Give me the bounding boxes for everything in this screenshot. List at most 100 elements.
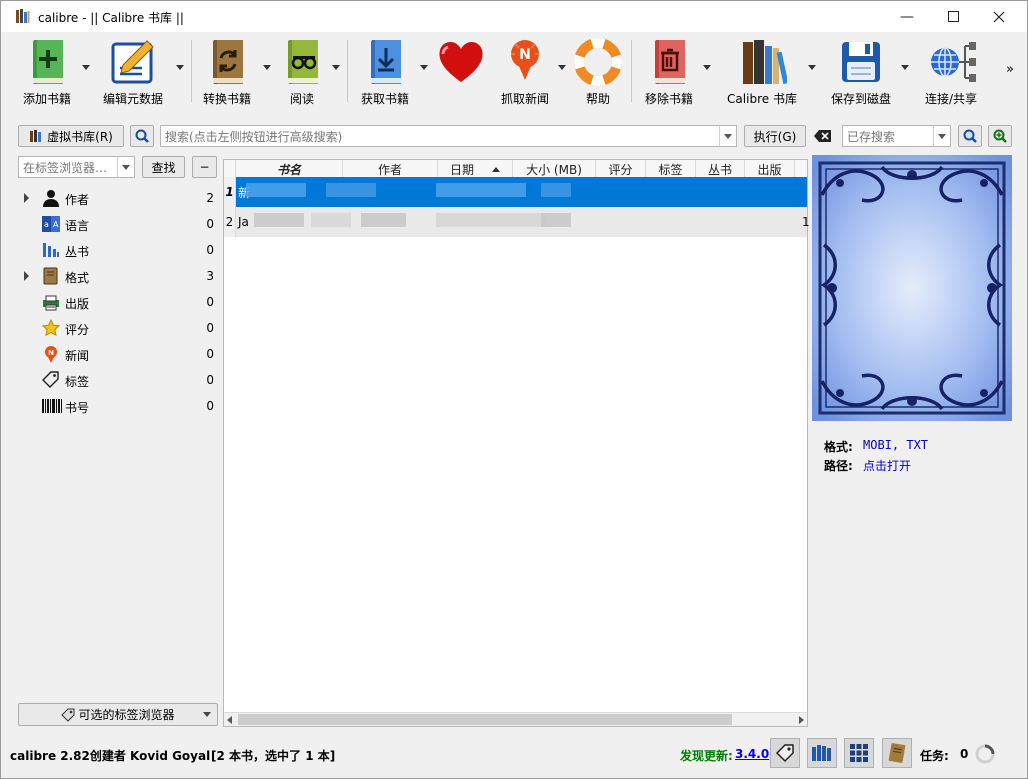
donate-button[interactable] [434,32,488,109]
format-value[interactable]: MOBI, TXT [863,438,928,452]
redacted-cell [361,213,406,227]
sort-ascending-icon [492,166,500,172]
add-books-dropdown[interactable] [82,65,90,70]
column-header-date[interactable]: 日期 [438,160,513,178]
execute-search-button[interactable]: 执行(G) [744,125,806,147]
horizontal-scrollbar[interactable] [224,712,807,726]
fetch-news-dropdown[interactable] [558,65,566,70]
search-saved-button[interactable] [958,125,982,147]
tag-category-row[interactable]: 出版 0 [9,289,220,315]
toolbar-separator [191,40,192,102]
search-history-dropdown[interactable] [719,126,736,146]
saved-search-input[interactable]: 已存搜索 [842,125,951,147]
saved-search-dropdown[interactable] [933,126,950,146]
barcode-icon [42,397,62,415]
tag-category-row[interactable]: 评分 0 [9,315,220,341]
edit-metadata-dropdown[interactable] [176,65,184,70]
row-number: 2 [224,207,236,237]
minimize-button[interactable]: — [884,1,930,32]
calibre-window: calibre - || Calibre 书库 || — 添加书籍 编辑元数据 … [0,0,1028,779]
virtual-library-button[interactable]: 虚拟书库(R) [18,125,124,147]
alternate-tag-browser-button[interactable]: 可选的标签浏览器 [18,703,218,726]
tag-category-row[interactable]: 格式 3 [9,263,220,289]
floppy-disk-icon [842,42,880,82]
book-list-header: 书名 作者 日期 大小 (MB) 评分 标签 丛书 出版 [224,160,807,178]
table-row[interactable]: Ja 1 [236,207,810,237]
book-cover-image[interactable] [812,155,1012,421]
get-books-dropdown[interactable] [420,65,428,70]
chevron-down-icon [203,712,211,717]
column-header-author[interactable]: 作者 [343,160,438,178]
tag-browser-find-input[interactable]: 在标签浏览器… [18,156,135,178]
fetch-news-button[interactable]: N 抓取新闻 [495,32,555,109]
tag-icon [61,708,75,722]
cover-grid-button[interactable] [807,738,837,768]
update-version-link[interactable]: 3.4.0 [735,747,769,761]
grid-view-button[interactable] [844,738,874,768]
tag-category-label: 出版 [65,297,90,311]
tag-category-row[interactable]: 标签 0 [9,367,220,393]
column-header-tags[interactable]: 标签 [646,160,696,178]
scrollbar-thumb[interactable] [238,714,732,725]
edit-metadata-button[interactable]: 编辑元数据 [98,32,168,109]
scroll-right-icon[interactable] [799,716,804,724]
remove-books-dropdown[interactable] [703,65,711,70]
table-row-selected[interactable]: 新 [236,177,807,207]
expand-arrow-icon[interactable] [24,193,29,203]
tag-category-row[interactable]: a A 语言 0 [9,211,220,237]
read-button[interactable]: 阅读 [276,32,328,109]
redacted-cell [541,183,571,197]
tag-find-button[interactable]: 查找 [142,156,185,178]
expand-arrow-icon[interactable] [24,271,29,281]
tag-edit-button[interactable] [770,738,800,768]
calibre-library-button[interactable]: Calibre 书库 [721,32,803,109]
column-header-rating[interactable]: 评分 [596,160,646,178]
maximize-button[interactable] [930,1,976,32]
save-search-button[interactable] [988,125,1012,147]
zoom-add-icon [993,129,1007,143]
tag-category-count: 2 [206,191,214,205]
close-icon [993,11,1005,22]
calibre-library-dropdown[interactable] [808,65,816,70]
tag-category-row[interactable]: 丛书 0 [9,237,220,263]
book-details-button[interactable] [882,738,912,768]
network-share-icon [931,42,976,82]
close-button[interactable] [976,1,1022,32]
get-books-icon [371,40,401,84]
add-books-button[interactable]: 添加书籍 [15,32,79,109]
tag-collapse-button[interactable]: − [192,156,217,178]
get-books-button[interactable]: 获取书籍 [355,32,415,109]
column-header-publisher[interactable]: 出版 [745,160,795,178]
advanced-search-button[interactable] [130,125,154,147]
scroll-left-icon[interactable] [227,716,232,724]
search-input[interactable]: 搜索(点击左侧按钮进行高级搜索) [160,125,737,147]
column-header-title[interactable]: 书名 [236,160,343,178]
spinner-icon [975,744,995,764]
tag-category-count: 0 [206,243,214,257]
tag-category-row[interactable]: N 新闻 0 [9,341,220,367]
tag-category-row[interactable]: 书号 0 [9,393,220,419]
tag-icon [42,371,60,389]
tasks-count[interactable]: 0 [960,747,968,761]
save-to-disk-dropdown[interactable] [901,65,909,70]
redacted-cell [541,213,571,227]
toolbar-separator [631,40,632,102]
read-dropdown[interactable] [332,65,340,70]
clear-search-button[interactable] [813,127,833,145]
help-button[interactable]: 帮助 [572,32,624,109]
convert-books-button[interactable]: 转换书籍 [197,32,257,109]
read-book-icon [288,40,318,84]
maximize-icon [947,11,959,22]
path-link[interactable]: 点击打开 [863,457,911,474]
convert-books-dropdown[interactable] [263,65,271,70]
connect-share-button[interactable]: 连接/共享 [919,32,983,109]
book-icon [888,743,906,763]
save-to-disk-button[interactable]: 保存到磁盘 [828,32,894,109]
column-header-series[interactable]: 丛书 [696,160,745,178]
calibre-app-icon [16,9,30,23]
tag-find-dropdown[interactable] [117,157,134,177]
tag-category-row[interactable]: 作者 2 [9,185,220,211]
toolbar-overflow-button[interactable]: » [1006,62,1014,77]
column-header-size[interactable]: 大小 (MB) [513,160,596,178]
remove-books-button[interactable]: 移除书籍 [639,32,699,109]
